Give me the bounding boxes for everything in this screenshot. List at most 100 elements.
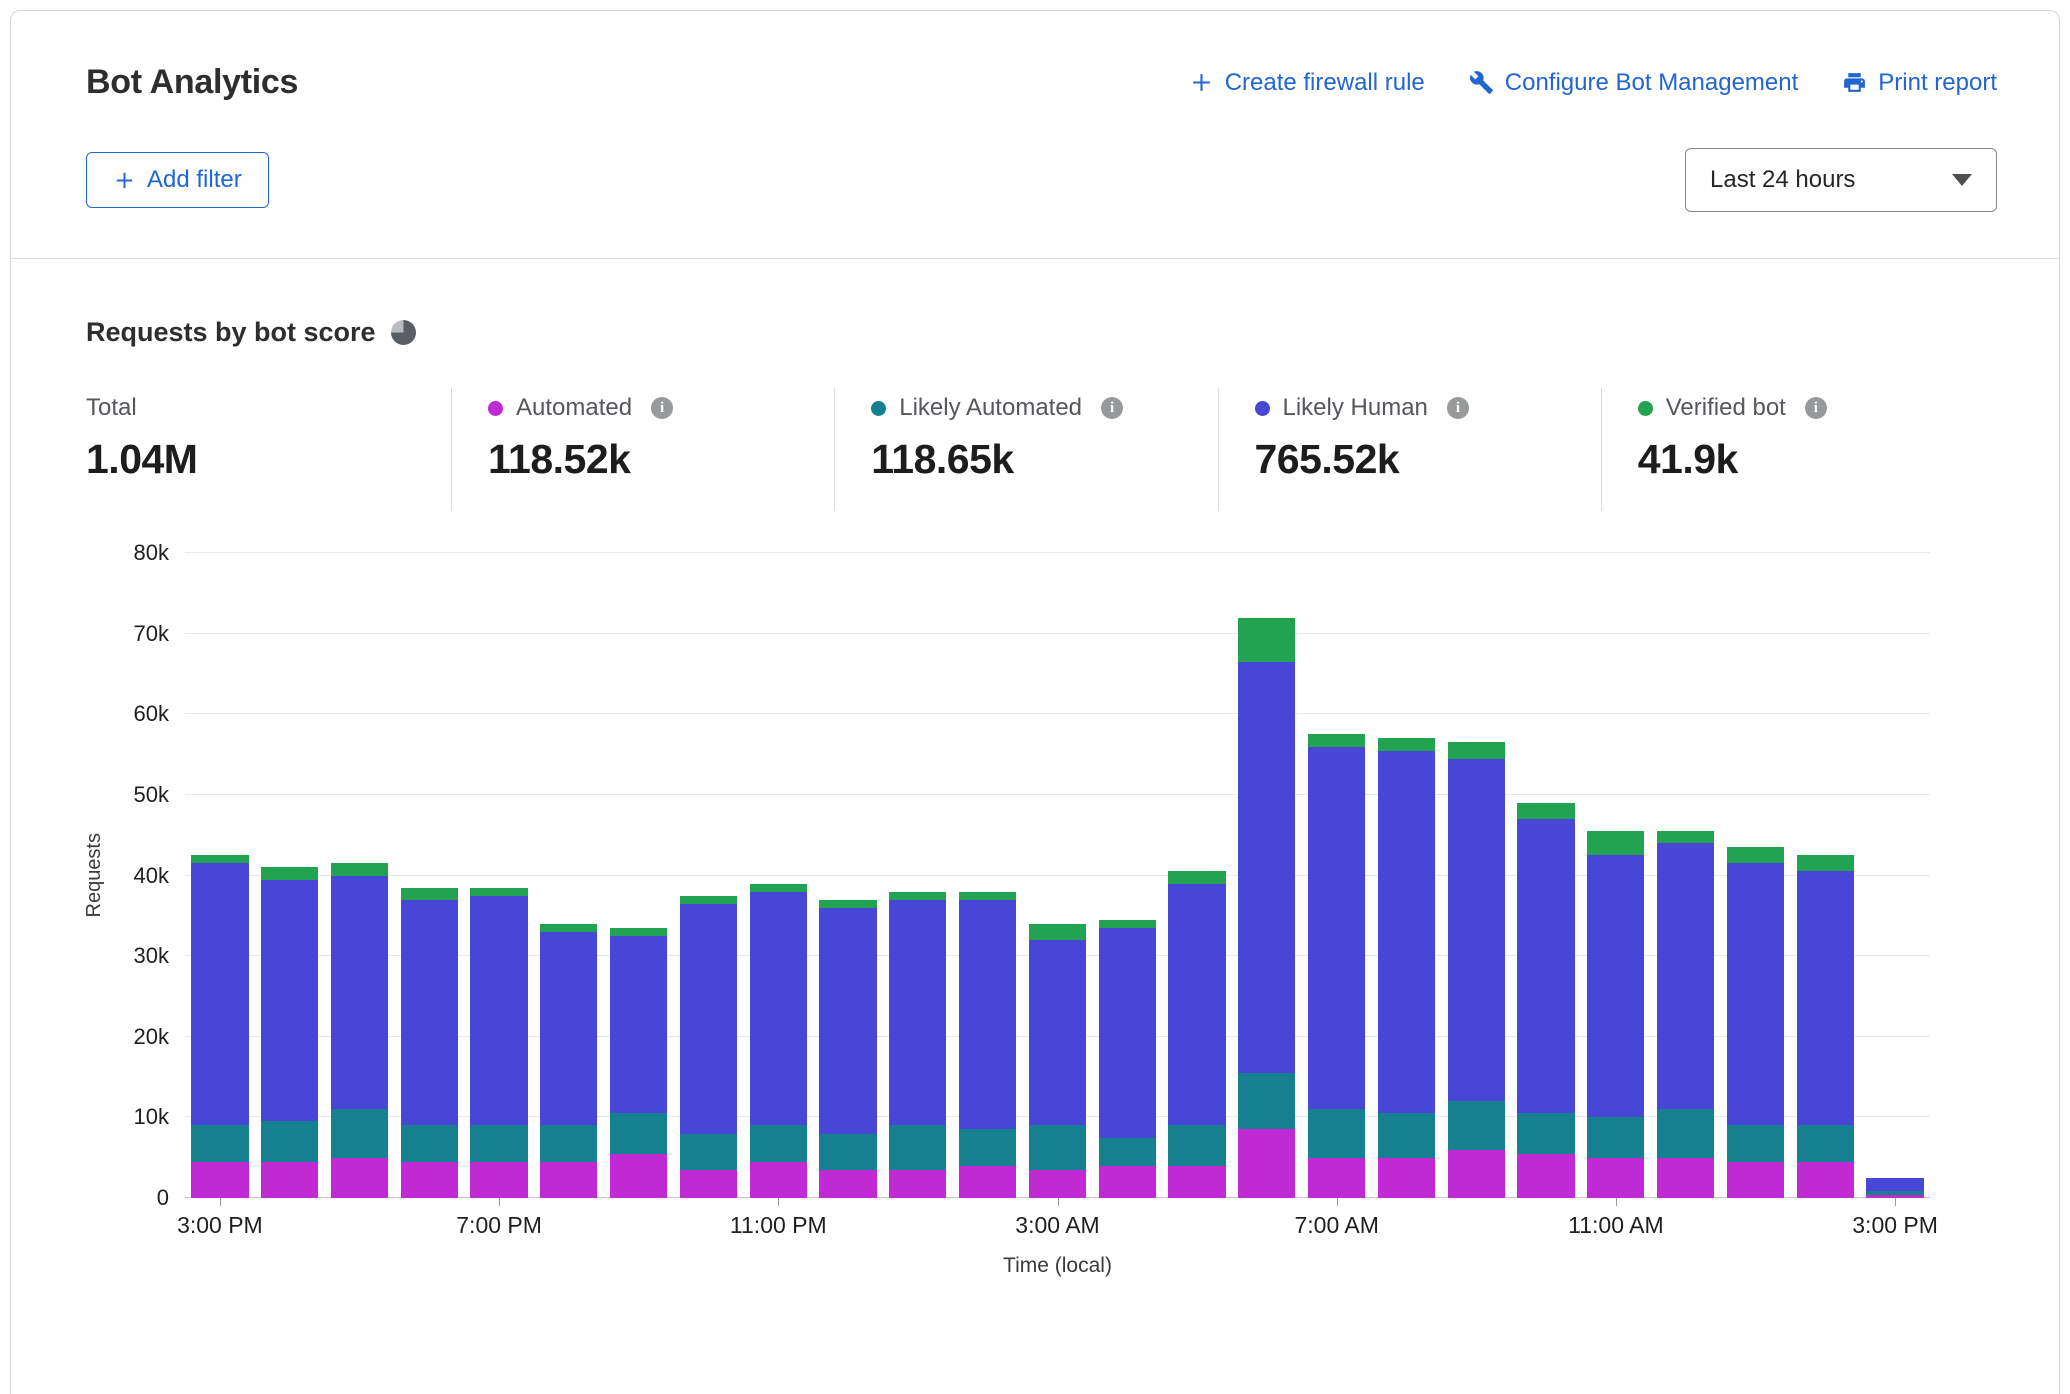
bar-segment-automated — [1797, 1162, 1854, 1198]
bar-segment-verified-bot — [540, 924, 597, 932]
header: Bot Analytics Create firewall rule Confi… — [11, 11, 2059, 259]
info-icon[interactable]: i — [1805, 397, 1827, 419]
bar-segment-automated — [1029, 1170, 1086, 1198]
stat-total: Total 1.04M — [86, 388, 451, 511]
stacked-bar[interactable] — [750, 553, 807, 1198]
bar-segment-likely-automated — [1797, 1125, 1854, 1161]
bar-slot — [325, 553, 395, 1198]
bar-segment-likely-automated — [540, 1125, 597, 1161]
bar-segment-likely-human — [889, 900, 946, 1126]
stacked-bar[interactable] — [959, 553, 1016, 1198]
bar-segment-automated — [1168, 1166, 1225, 1198]
bar-segment-verified-bot — [959, 892, 1016, 900]
action-label: Print report — [1878, 69, 1997, 97]
stat-label: Likely Automated — [899, 394, 1082, 422]
stacked-bar[interactable] — [1308, 553, 1365, 1198]
bar-slot — [1581, 553, 1651, 1198]
create-firewall-rule-link[interactable]: Create firewall rule — [1189, 69, 1425, 97]
stacked-bar[interactable] — [1168, 553, 1225, 1198]
bar-segment-automated — [331, 1158, 388, 1198]
legend-dot-likely-human — [1255, 401, 1270, 416]
stacked-bar[interactable] — [1029, 553, 1086, 1198]
bar-segment-automated — [680, 1170, 737, 1198]
action-label: Configure Bot Management — [1505, 69, 1799, 97]
stacked-bar[interactable] — [401, 553, 458, 1198]
bar-segment-automated — [1727, 1162, 1784, 1198]
stacked-bar[interactable] — [1657, 553, 1714, 1198]
bar-segment-automated — [889, 1170, 946, 1198]
bar-segment-likely-automated — [401, 1125, 458, 1161]
stacked-bar[interactable] — [1866, 553, 1923, 1198]
bar-segment-likely-human — [750, 892, 807, 1126]
x-tick-label: 3:00 PM — [177, 1212, 263, 1239]
bar-slot — [813, 553, 883, 1198]
stacked-bar[interactable] — [1099, 553, 1156, 1198]
action-label: Create firewall rule — [1225, 69, 1425, 97]
bar-segment-automated — [959, 1166, 1016, 1198]
bar-segment-likely-human — [331, 876, 388, 1110]
bar-slot — [394, 553, 464, 1198]
bar-segment-likely-automated — [470, 1125, 527, 1161]
bar-segment-likely-automated — [1099, 1138, 1156, 1166]
bar-segment-likely-human — [959, 900, 1016, 1130]
stacked-bar[interactable] — [540, 553, 597, 1198]
info-icon[interactable]: i — [651, 397, 673, 419]
bar-segment-verified-bot — [1517, 803, 1574, 819]
bar-slot — [1721, 553, 1791, 1198]
print-report-link[interactable]: Print report — [1842, 69, 1997, 97]
add-filter-button[interactable]: Add filter — [86, 152, 269, 208]
stacked-bar[interactable] — [1517, 553, 1574, 1198]
x-tick-mark — [778, 1198, 779, 1206]
stacked-bar[interactable] — [1587, 553, 1644, 1198]
stat-likely-automated: Likely Automated i 118.65k — [834, 388, 1217, 511]
stacked-bar[interactable] — [819, 553, 876, 1198]
y-tick-label: 30k — [134, 943, 169, 969]
stacked-bar[interactable] — [1448, 553, 1505, 1198]
plot-area — [185, 553, 1930, 1198]
info-icon[interactable]: i — [1447, 397, 1469, 419]
bar-slot — [1092, 553, 1162, 1198]
bar-slot — [953, 553, 1023, 1198]
bar-segment-likely-automated — [1587, 1117, 1644, 1157]
bar-segment-likely-automated — [959, 1129, 1016, 1165]
stacked-bar[interactable] — [680, 553, 737, 1198]
bar-segment-verified-bot — [1238, 618, 1295, 662]
stat-label: Likely Human — [1283, 394, 1428, 422]
bar-segment-verified-bot — [610, 928, 667, 936]
stacked-bar[interactable] — [1378, 553, 1435, 1198]
printer-icon — [1842, 70, 1867, 95]
x-axis-title: Time (local) — [185, 1254, 1930, 1278]
stat-label: Verified bot — [1666, 394, 1786, 422]
bar-slot — [1441, 553, 1511, 1198]
bar-segment-likely-automated — [1517, 1113, 1574, 1153]
stacked-bar[interactable] — [1727, 553, 1784, 1198]
stacked-bar[interactable] — [610, 553, 667, 1198]
bar-segment-verified-bot — [1448, 742, 1505, 758]
bot-analytics-card: Bot Analytics Create firewall rule Confi… — [10, 10, 2060, 1394]
x-tick-label: 11:00 PM — [730, 1212, 827, 1239]
time-range-select[interactable]: Last 24 hours — [1685, 148, 1997, 212]
info-icon[interactable]: i — [1101, 397, 1123, 419]
bar-segment-automated — [819, 1170, 876, 1198]
stacked-bar[interactable] — [470, 553, 527, 1198]
legend-dot-verified-bot — [1638, 401, 1653, 416]
bar-segment-likely-human — [1587, 855, 1644, 1117]
configure-bot-management-link[interactable]: Configure Bot Management — [1469, 69, 1799, 97]
bar-segment-likely-automated — [331, 1109, 388, 1157]
bar-segment-verified-bot — [401, 888, 458, 900]
x-tick-mark — [499, 1198, 500, 1206]
bar-slot — [1651, 553, 1721, 1198]
bar-segment-likely-human — [401, 900, 458, 1126]
stacked-bar[interactable] — [889, 553, 946, 1198]
bar-segment-verified-bot — [680, 896, 737, 904]
content: Requests by bot score Total 1.04M Automa… — [11, 259, 2059, 1278]
stacked-bar[interactable] — [1797, 553, 1854, 1198]
stat-value: 765.52k — [1255, 436, 1601, 483]
stacked-bar[interactable] — [1238, 553, 1295, 1198]
stacked-bar[interactable] — [331, 553, 388, 1198]
add-filter-label: Add filter — [147, 166, 242, 194]
stacked-bar[interactable] — [191, 553, 248, 1198]
bar-segment-automated — [1308, 1158, 1365, 1198]
stacked-bar[interactable] — [261, 553, 318, 1198]
y-tick-label: 20k — [134, 1024, 169, 1050]
